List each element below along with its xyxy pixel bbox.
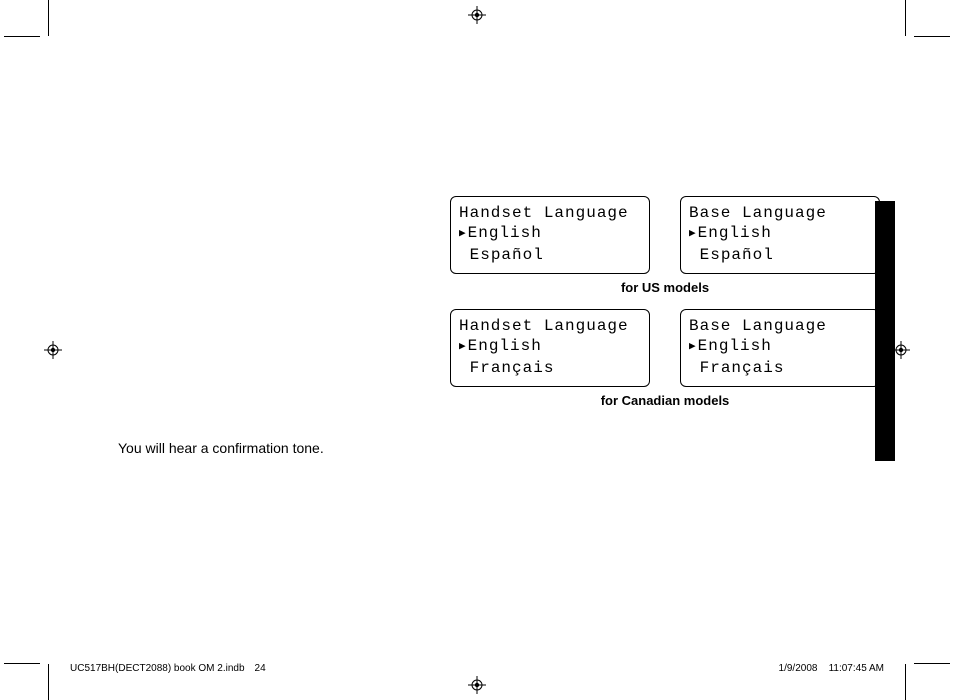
lcd-item: Español xyxy=(689,245,871,265)
lcd-handset-ca: Handset Language English Français xyxy=(450,309,650,387)
registration-mark-icon xyxy=(468,6,486,24)
lcd-item-selected: English xyxy=(689,223,871,245)
lcd-item-selected: English xyxy=(459,223,641,245)
lcd-screens-block: Handset Language English Español Base La… xyxy=(450,196,880,422)
registration-mark-icon xyxy=(468,676,486,694)
lcd-base-ca: Base Language English Français xyxy=(680,309,880,387)
caption-us-models: for US models xyxy=(450,280,880,295)
crop-mark-top-left xyxy=(4,0,48,44)
lcd-item: Français xyxy=(459,358,641,378)
lcd-title: Base Language xyxy=(689,203,871,223)
print-footer: UC517BH(DECT2088) book OM 2.indb 24 1/9/… xyxy=(70,663,884,674)
lcd-item-selected: English xyxy=(459,336,641,358)
lcd-title: Base Language xyxy=(689,316,871,336)
lcd-item: Français xyxy=(689,358,871,378)
lcd-title: Handset Language xyxy=(459,316,641,336)
lcd-base-us: Base Language English Español xyxy=(680,196,880,274)
crop-mark-bottom-right xyxy=(906,656,950,700)
footer-time: 11:07:45 AM xyxy=(829,663,884,674)
crop-mark-bottom-left xyxy=(4,656,48,700)
body-text: You will hear a confirmation tone. xyxy=(118,440,324,456)
footer-date: 1/9/2008 xyxy=(779,663,818,674)
lcd-item-selected: English xyxy=(689,336,871,358)
footer-page-number: 24 xyxy=(255,663,266,674)
crop-mark-top-right xyxy=(906,0,950,44)
lcd-title: Handset Language xyxy=(459,203,641,223)
footer-doc-name: UC517BH(DECT2088) book OM 2.indb xyxy=(70,663,245,674)
lcd-item: Español xyxy=(459,245,641,265)
registration-mark-icon xyxy=(44,341,62,359)
lcd-handset-us: Handset Language English Español xyxy=(450,196,650,274)
caption-canadian-models: for Canadian models xyxy=(450,393,880,408)
